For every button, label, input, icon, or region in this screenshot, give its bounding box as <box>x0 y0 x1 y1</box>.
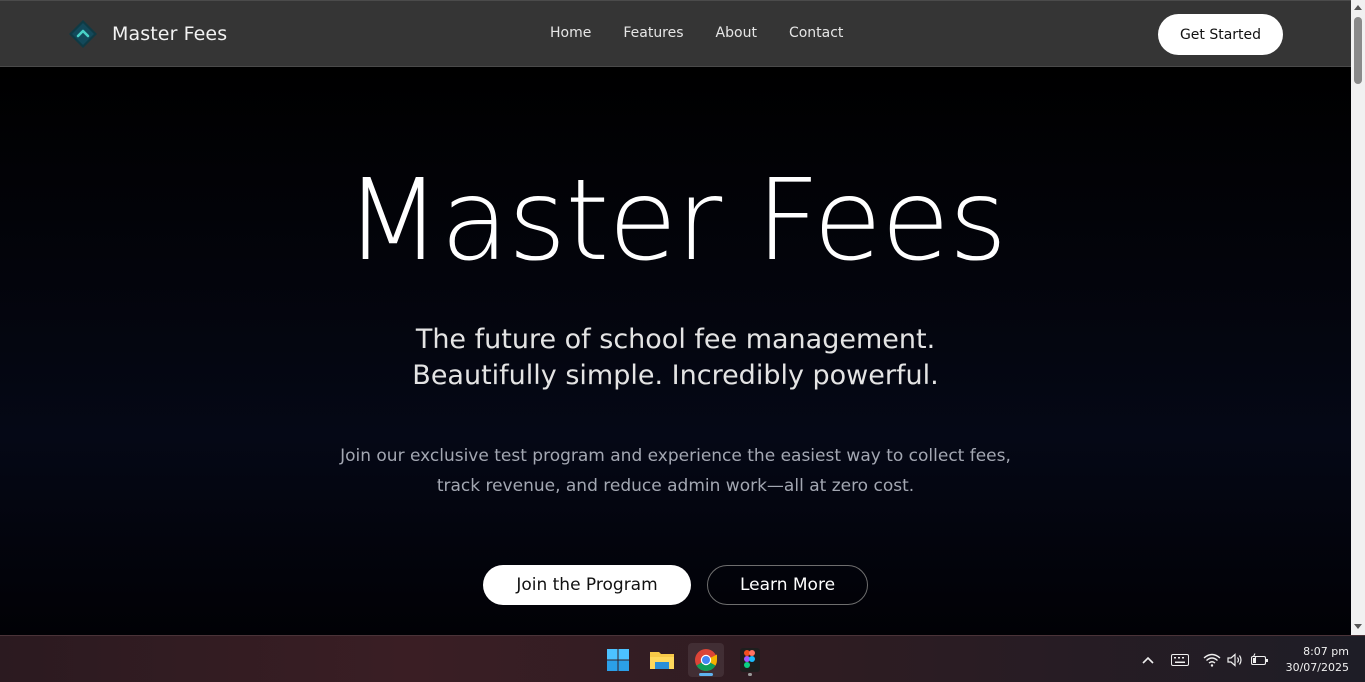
hero-title: Master Fees <box>344 156 1008 286</box>
file-explorer-icon[interactable] <box>644 643 680 677</box>
hero-subtitle-line-2: Beautifully simple. Incredibly powerful. <box>412 360 939 391</box>
hero-section: Master Fees The future of school fee man… <box>0 67 1351 635</box>
keyboard-icon[interactable] <box>1171 636 1189 682</box>
clock-time: 8:07 pm <box>1303 645 1349 658</box>
taskbar-clock[interactable]: 8:07 pm 30/07/2025 <box>1283 644 1349 676</box>
scroll-up-arrow-icon[interactable] <box>1354 5 1362 10</box>
nav-about-link[interactable]: About <box>716 25 757 41</box>
page-scrollbar[interactable] <box>1351 0 1365 635</box>
join-program-button[interactable]: Join the Program <box>483 565 691 605</box>
figma-icon[interactable] <box>732 643 768 677</box>
nav-features-link[interactable]: Features <box>623 25 683 41</box>
scroll-down-arrow-icon[interactable] <box>1354 624 1362 629</box>
volume-icon[interactable] <box>1227 636 1243 682</box>
hero-subtitle-line-1: The future of school fee management. <box>415 324 936 355</box>
nav-home-link[interactable]: Home <box>550 25 591 41</box>
get-started-button[interactable]: Get Started <box>1158 14 1283 55</box>
hero-description-line-2: track revenue, and reduce admin work—all… <box>436 476 915 496</box>
windows-taskbar: 8:07 pm 30/07/2025 <box>0 635 1365 682</box>
show-hidden-icons-chevron-icon[interactable] <box>1141 636 1155 682</box>
chrome-icon[interactable] <box>688 643 724 677</box>
nav-contact-link[interactable]: Contact <box>789 25 843 41</box>
master-fees-logo-icon <box>68 19 98 49</box>
main-nav: Home Features About Contact <box>550 25 875 41</box>
scrollbar-thumb[interactable] <box>1354 17 1362 84</box>
clock-date: 30/07/2025 <box>1285 661 1349 674</box>
hero-description: Join our exclusive test program and expe… <box>0 441 1351 501</box>
figma-running-indicator <box>748 673 752 676</box>
brand-name: Master Fees <box>112 23 228 45</box>
windows-start-icon[interactable] <box>600 643 636 677</box>
learn-more-button[interactable]: Learn More <box>707 565 868 605</box>
brand[interactable]: Master Fees <box>68 18 227 50</box>
battery-charging-icon[interactable] <box>1251 636 1269 682</box>
wifi-icon[interactable] <box>1203 636 1221 682</box>
chrome-active-indicator <box>699 673 713 676</box>
hero-description-line-1: Join our exclusive test program and expe… <box>340 446 1011 466</box>
hero-subtitle: The future of school fee management. Bea… <box>0 322 1351 394</box>
top-navbar: Master Fees Home Features About Contact … <box>0 0 1351 67</box>
